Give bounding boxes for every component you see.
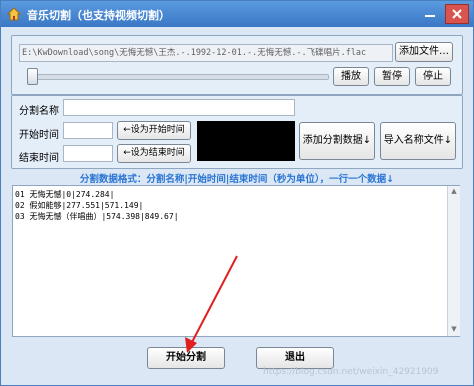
- watermark: https://blog.csdn.net/weixin_42921909: [263, 367, 439, 377]
- annotation-arrow-icon: [185, 255, 238, 353]
- main-window: 音乐切割（也支持视频切割） E:\KwDownload\song\无悔无憾\王杰…: [0, 0, 474, 386]
